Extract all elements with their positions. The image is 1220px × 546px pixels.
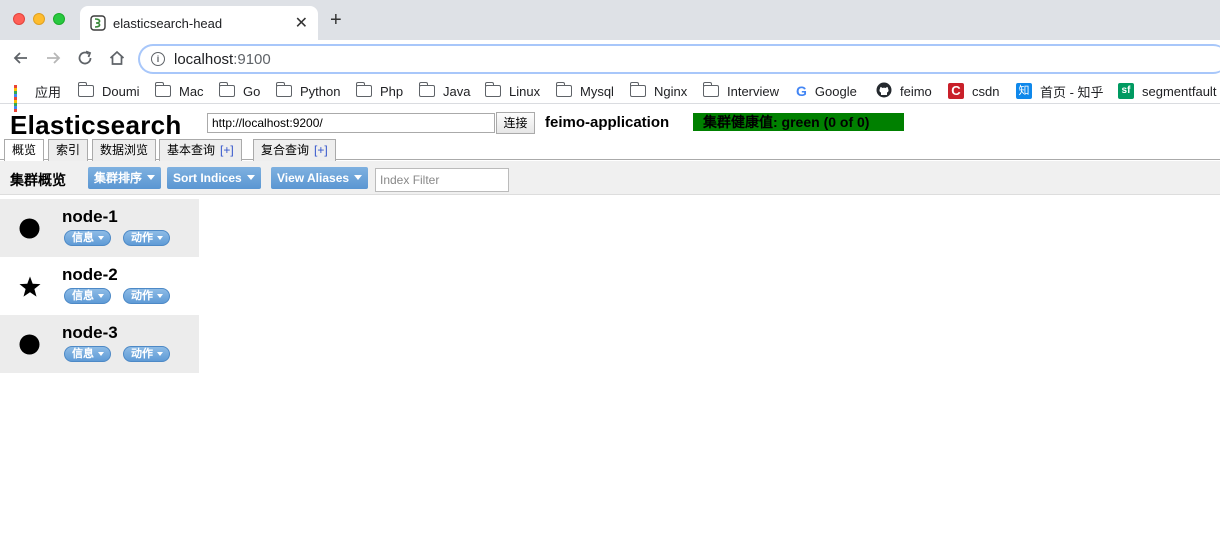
main-tabs: 概览 索引 数据浏览 基本查询 [+] 复合查询 [+] <box>0 138 1220 162</box>
url-host: localhost <box>174 51 234 68</box>
tab-indices[interactable]: 索引 <box>48 139 89 161</box>
zhihu-icon: 知 <box>1016 83 1032 99</box>
close-window-button[interactable] <box>13 13 25 25</box>
bookmark-nginx[interactable]: Nginx <box>629 82 687 100</box>
add-compound-query-icon[interactable]: [+] <box>314 143 328 157</box>
google-icon: G <box>796 83 807 99</box>
master-node-circle-icon <box>19 334 40 355</box>
elasticsearch-head-favicon-icon <box>90 15 106 31</box>
node-name: node-1 <box>62 207 118 226</box>
bookmark-google[interactable]: G Google <box>796 82 857 100</box>
folder-icon <box>702 82 719 97</box>
overview-toolbar: 集群概览 集群排序 Sort Indices View Aliases <box>0 161 1220 195</box>
index-filter-input[interactable] <box>375 168 509 192</box>
node-info-button[interactable]: 信息 <box>64 230 111 246</box>
node-action-button[interactable]: 动作 <box>123 288 170 304</box>
minimize-window-button[interactable] <box>33 13 45 25</box>
bookmark-mac[interactable]: Mac <box>154 82 204 100</box>
folder-icon <box>418 82 435 97</box>
folder-icon <box>629 82 646 97</box>
app-brand: Elasticsearch <box>10 110 182 140</box>
bookmark-php[interactable]: Php <box>355 82 403 100</box>
zoom-window-button[interactable] <box>53 13 65 25</box>
chevron-down-icon <box>98 294 104 298</box>
bookmark-doumi[interactable]: Doumi <box>77 82 140 100</box>
chevron-down-icon <box>157 352 163 356</box>
node-action-button[interactable]: 动作 <box>123 230 170 246</box>
tab-close-icon[interactable]: ✕ <box>295 13 308 33</box>
bookmark-csdn[interactable]: Ccsdn <box>948 82 999 100</box>
address-bar[interactable]: i localhost:9100 <box>138 44 1220 74</box>
master-node-circle-icon <box>19 218 40 239</box>
section-title: 集群概览 <box>10 172 66 188</box>
home-icon[interactable] <box>107 48 127 68</box>
back-arrow-icon[interactable] <box>11 48 31 68</box>
tab-browser[interactable]: 数据浏览 <box>92 139 157 161</box>
new-tab-button[interactable]: + <box>330 10 342 30</box>
bookmark-python[interactable]: Python <box>275 82 340 100</box>
node-name: node-2 <box>62 265 118 284</box>
cluster-name: feimo-application <box>545 114 670 131</box>
bookmark-segmentfault[interactable]: sf segmentfault <box>1118 82 1216 100</box>
folder-icon <box>355 82 372 97</box>
folder-icon <box>484 82 501 97</box>
view-aliases-button[interactable]: View Aliases <box>271 167 369 189</box>
folder-icon <box>275 82 292 97</box>
node-row: node-1 信息 动作 <box>0 199 199 257</box>
node-name: node-3 <box>62 323 118 342</box>
bookmark-zhihu[interactable]: 知首页 - 知乎 <box>1016 82 1104 100</box>
folder-icon <box>77 82 94 97</box>
site-info-icon[interactable]: i <box>151 52 165 66</box>
sort-cluster-button[interactable]: 集群排序 <box>88 167 162 189</box>
current-master-star-icon <box>19 276 41 297</box>
tab-title: elasticsearch-head <box>113 16 223 31</box>
browser-toolbar: i localhost:9100 <box>0 40 1220 76</box>
tab-basic-query[interactable]: 基本查询 [+] <box>159 139 242 161</box>
chevron-down-icon <box>246 175 255 180</box>
node-action-button[interactable]: 动作 <box>123 346 170 362</box>
reload-icon[interactable] <box>75 48 95 68</box>
chevron-down-icon <box>157 236 163 240</box>
bookmark-interview[interactable]: Interview <box>702 82 779 100</box>
url-port: :9100 <box>233 51 271 68</box>
chevron-down-icon <box>157 294 163 298</box>
browser-tab[interactable]: elasticsearch-head ✕ <box>80 6 318 40</box>
tab-compound-query[interactable]: 复合查询 [+] <box>253 139 336 161</box>
node-info-button[interactable]: 信息 <box>64 288 111 304</box>
folder-icon <box>218 82 235 97</box>
tab-overview[interactable]: 概览 <box>4 139 45 162</box>
cluster-url-input[interactable] <box>207 113 495 133</box>
forward-arrow-icon[interactable] <box>43 48 63 68</box>
apps-grid-icon <box>14 84 27 112</box>
csdn-icon: C <box>948 83 964 99</box>
folder-icon <box>555 82 572 97</box>
bookmarks-bar: 应用 Doumi Mac Go Python Php Java Linux My… <box>0 76 1220 112</box>
bookmark-mysql[interactable]: Mysql <box>555 82 614 100</box>
chevron-down-icon <box>98 352 104 356</box>
segmentfault-icon: sf <box>1118 83 1134 99</box>
bookmark-linux[interactable]: Linux <box>484 82 540 100</box>
add-basic-query-icon[interactable]: [+] <box>220 143 234 157</box>
bookmark-java[interactable]: Java <box>418 82 470 100</box>
connect-button[interactable]: 连接 <box>496 112 535 134</box>
github-icon <box>876 82 892 101</box>
chevron-down-icon <box>98 236 104 240</box>
folder-icon <box>154 82 171 97</box>
sort-indices-button[interactable]: Sort Indices <box>167 167 261 189</box>
es-head-page: Elasticsearch 连接 feimo-application 集群健康值… <box>0 105 1220 546</box>
bookmark-apps[interactable]: 应用 <box>14 82 61 112</box>
bookmark-feimo[interactable]: feimo <box>876 82 932 100</box>
node-row: node-2 信息 动作 <box>0 257 199 315</box>
node-info-button[interactable]: 信息 <box>64 346 111 362</box>
chevron-down-icon <box>147 175 156 180</box>
bookmark-go[interactable]: Go <box>218 82 260 100</box>
cluster-health-badge: 集群健康值: green (0 of 0) <box>693 113 904 131</box>
node-row: node-3 信息 动作 <box>0 315 199 373</box>
browser-tabstrip: elasticsearch-head ✕ + <box>0 0 1220 40</box>
chevron-down-icon <box>354 175 363 180</box>
